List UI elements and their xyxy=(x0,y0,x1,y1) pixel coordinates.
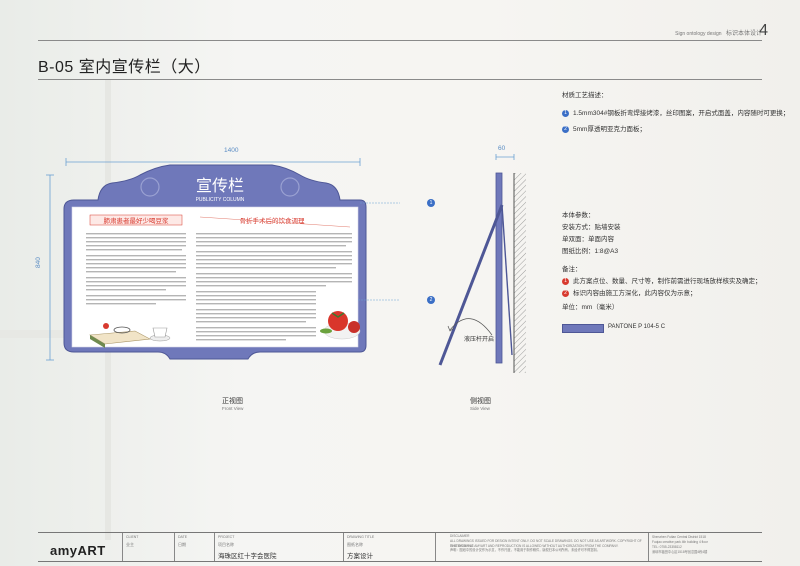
side-panel xyxy=(495,172,503,364)
title-rule xyxy=(38,79,762,80)
notes-heading: 备注： xyxy=(562,266,582,273)
banner-title: 宣传栏 xyxy=(196,176,244,195)
client-cell: CLIENT 业主 xyxy=(122,533,171,561)
materials-heading: 材质工艺描述： xyxy=(562,92,608,99)
front-view-caption: 正视图 xyxy=(222,398,243,405)
params-install: 安装方式：贴墙安装 xyxy=(562,224,621,231)
banner-subtitle: PUBLICITY COLUMN xyxy=(196,197,245,203)
note-num-2: 2 xyxy=(562,289,569,297)
height-dimension: 840 xyxy=(35,257,42,268)
material-num-1: 1 xyxy=(562,109,569,117)
header-rule xyxy=(38,40,762,41)
page-number: 4 xyxy=(759,22,768,39)
note-item-2: 2 标识内容由施工方深化，此内容仅为示意； xyxy=(562,288,697,300)
material-item-1: 1 1.5mm304#钢板折弯焊接烤漆，丝印图案，开启式面盖，内容随时可更换； xyxy=(562,108,789,120)
note-item-1: 1 此方案点位、数量、尺寸等，制作前需进行现场放样核实及确定； xyxy=(562,276,762,288)
header-caption-cn: 标识本体设计 xyxy=(725,31,762,37)
page-title: B-05 室内宣传栏（大） xyxy=(38,59,211,76)
wall-hatch xyxy=(514,173,526,373)
params-scale: 图纸比例：1:8@A3 xyxy=(562,248,619,255)
title-block: amyART CLIENT 业主 DATE 日期 PROJECT 项目名称 海珠… xyxy=(38,532,762,562)
company-logo: amyART xyxy=(50,543,106,558)
strawberry-illustration xyxy=(103,323,109,329)
tomato-illustration xyxy=(328,311,348,331)
address-cell: Shenzhen Futian Central District 1518 Fu… xyxy=(648,533,763,561)
date-cell: DATE 日期 xyxy=(174,533,211,561)
depth-dimension: 60 xyxy=(498,145,506,152)
disclaimer-cell: DISCLAIMER ALL DRAWINGS ISSUED FOR DESIG… xyxy=(435,533,646,561)
strut-label: 液压杆开启 xyxy=(464,337,495,343)
front-view-drawing: 宣传栏 PUBLICITY COLUMN 肺肃患者最好少喝豆浆 骨折手术后的饮食… xyxy=(46,158,400,361)
material-item-2: 2 5mm厚透明亚克力面板； xyxy=(562,124,646,136)
params-content: 单双面：单面内容 xyxy=(562,236,614,243)
header-caption-en: Sign ontology design xyxy=(675,31,722,37)
pantone-swatch xyxy=(562,324,604,333)
drawing-name: 方案设计 xyxy=(347,553,373,560)
project-cell: PROJECT 项目名称 海珠区红十字会医院 xyxy=(214,533,335,561)
material-num-2: 2 xyxy=(562,125,569,133)
col1-heading: 肺肃患者最好少喝豆浆 xyxy=(104,216,170,225)
hydraulic-strut xyxy=(501,204,513,356)
pantone-label: PANTONE P 104-5 C xyxy=(608,324,666,330)
header-caption: Sign ontology design 标识本体设计 xyxy=(675,28,762,37)
params-heading: 本体参数： xyxy=(562,212,595,219)
width-dimension: 1400 xyxy=(224,147,239,154)
front-view-caption-en: Front View xyxy=(222,406,244,411)
side-view-caption-en: Side View xyxy=(470,406,490,411)
side-view-drawing xyxy=(438,154,526,373)
drawing-cell: DRAWING TITLE 图纸名称 方案设计 xyxy=(343,533,434,561)
project-name: 海珠区红十字会医院 xyxy=(218,553,277,560)
note-num-1: 1 xyxy=(562,277,569,285)
side-view-caption: 侧视图 xyxy=(470,398,491,405)
unit-note: 单位：mm（毫米） xyxy=(562,304,619,311)
